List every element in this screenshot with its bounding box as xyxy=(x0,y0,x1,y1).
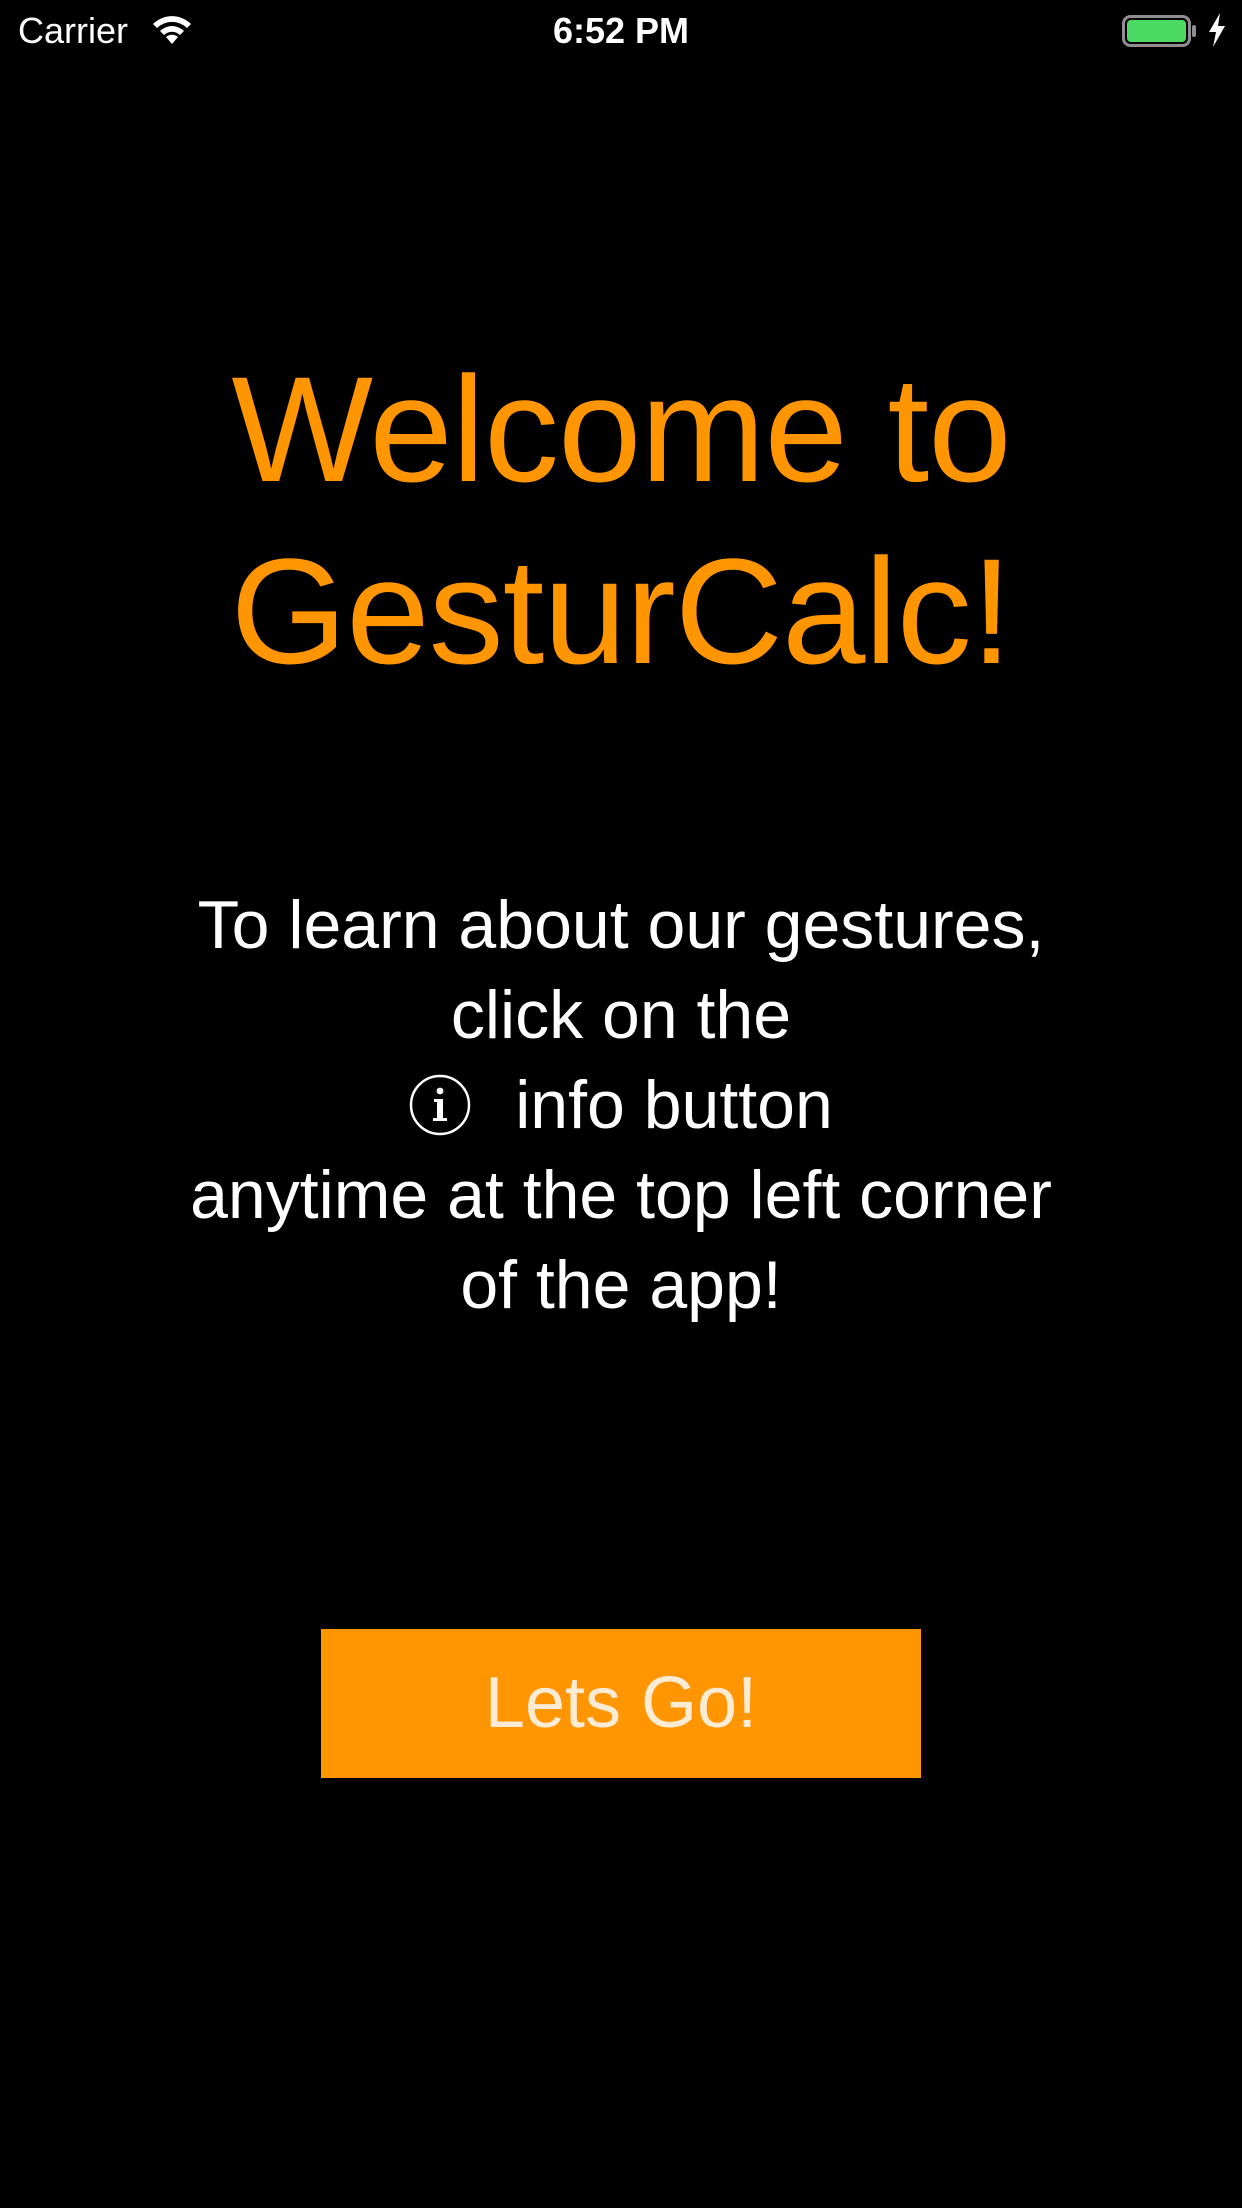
info-circle-icon xyxy=(409,1074,471,1136)
battery-icon xyxy=(1122,15,1196,47)
welcome-title-line-1: Welcome to xyxy=(231,345,1011,513)
info-button-label: info button xyxy=(515,1067,833,1143)
instructions-line-4: anytime at the top left corner xyxy=(190,1157,1052,1233)
welcome-title: Welcome to GesturCalc! xyxy=(0,338,1242,702)
instructions-line-3: info button xyxy=(0,1060,1242,1150)
status-bar: Carrier 6:52 PM xyxy=(0,0,1242,62)
lets-go-button[interactable]: Lets Go! xyxy=(321,1629,921,1778)
instructions-text: To learn about our gestures, click on th… xyxy=(0,880,1242,1330)
instructions-line-5: of the app! xyxy=(460,1247,782,1323)
charging-bolt-icon xyxy=(1209,13,1225,47)
welcome-title-line-2: GesturCalc! xyxy=(230,527,1013,695)
status-time: 6:52 PM xyxy=(552,10,690,51)
instructions-line-1: To learn about our gestures, xyxy=(197,887,1045,963)
instructions-line-2: click on the xyxy=(450,977,792,1053)
